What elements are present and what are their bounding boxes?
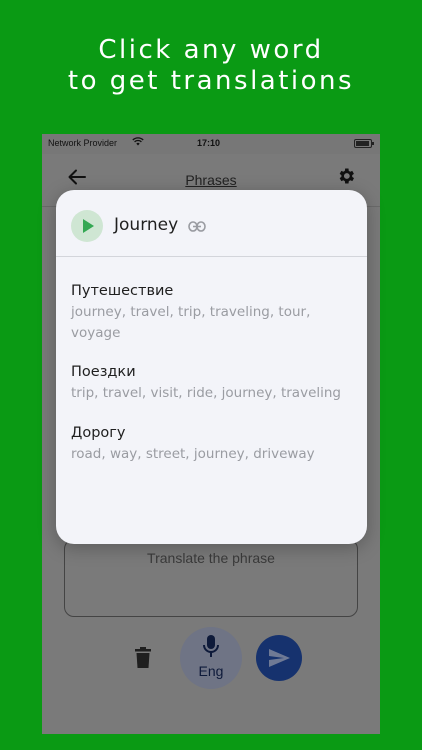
translation-synonyms: road, way, street, journey, driveway xyxy=(71,446,315,462)
battery-icon xyxy=(354,139,374,148)
phrase-input-placeholder: Translate the phrase xyxy=(147,550,275,566)
trash-icon[interactable] xyxy=(134,647,152,673)
status-bar: Network Provider 17:10 xyxy=(42,134,380,154)
gear-icon[interactable] xyxy=(336,166,356,191)
translation-item[interactable]: Путешествие journey, travel, trip, trave… xyxy=(71,281,356,344)
carrier-label: Network Provider xyxy=(48,138,118,148)
promo-headline: Click any word to get translations xyxy=(0,35,422,97)
translation-item[interactable]: Поездки trip, travel, visit, ride, journ… xyxy=(71,362,356,404)
promo-headline-line2: to get translations xyxy=(67,66,355,96)
microphone-icon xyxy=(203,635,219,663)
page-title[interactable]: Phrases xyxy=(42,172,380,188)
voice-language-label: Eng xyxy=(198,663,224,679)
translation-word: Дорогу xyxy=(71,425,126,441)
popup-divider xyxy=(56,256,367,257)
phrase-input[interactable]: Translate the phrase xyxy=(64,539,358,617)
translation-synonyms: journey, travel, trip, traveling, tour, … xyxy=(71,304,311,341)
clock: 17:10 xyxy=(197,138,221,148)
send-button[interactable] xyxy=(256,635,302,681)
translation-word: Путешествие xyxy=(71,283,174,299)
translation-popup: Journey Путешествие journey, travel, tri… xyxy=(56,190,367,544)
play-audio-button[interactable] xyxy=(71,210,103,242)
translation-synonyms: trip, travel, visit, ride, journey, trav… xyxy=(71,385,341,401)
wifi-icon xyxy=(132,137,144,148)
send-icon xyxy=(269,649,290,667)
voice-input-button[interactable]: Eng xyxy=(180,627,242,689)
translation-item[interactable]: Дорогу road, way, street, journey, drive… xyxy=(71,423,356,465)
promo-headline-line1: Click any word xyxy=(98,35,324,65)
selected-word: Journey xyxy=(114,215,179,235)
link-icon[interactable] xyxy=(188,217,206,236)
translation-word: Поездки xyxy=(71,364,136,380)
